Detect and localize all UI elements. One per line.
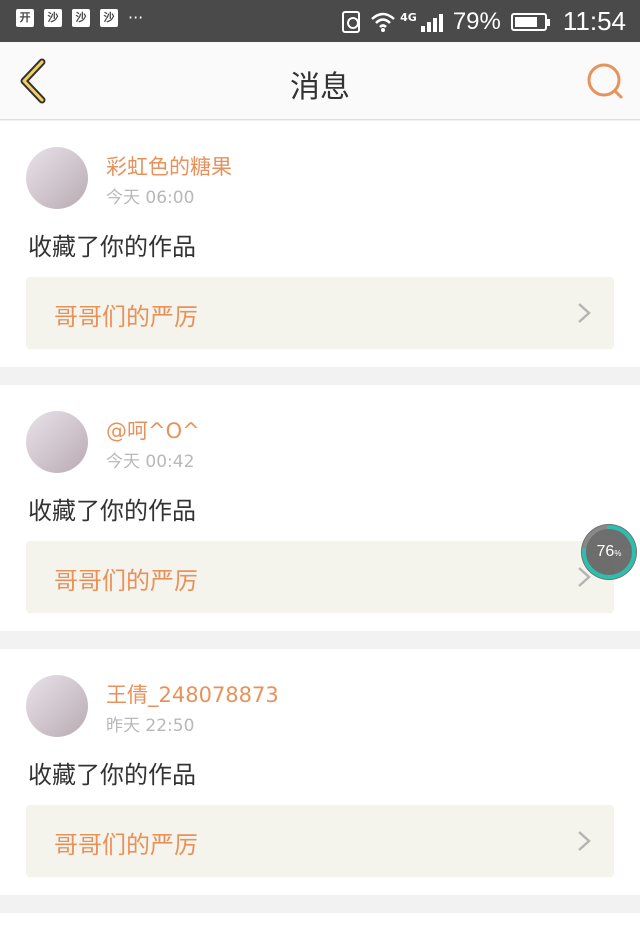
timestamp: 今天 06:00	[106, 188, 195, 208]
search-icon[interactable]	[584, 60, 626, 102]
chevron-right-icon	[578, 303, 591, 323]
notification-badge: 开	[16, 9, 34, 27]
notification-icons: 开 沙 沙 沙 ···	[16, 9, 143, 27]
status-bar: 开 沙 沙 沙 ··· 4G 79% 11:54	[0, 0, 640, 42]
system-status: 4G 79% 11:54	[342, 6, 626, 37]
avatar[interactable]	[26, 411, 88, 473]
action-text: 收藏了你的作品	[28, 761, 196, 789]
timestamp: 昨天 22:50	[106, 716, 195, 736]
user-name[interactable]: 王倩_248078873	[106, 679, 279, 709]
message-card: 王倩_248078873 昨天 22:50 收藏了你的作品 哥哥们的严厉	[0, 649, 640, 895]
notification-badge: 沙	[44, 9, 62, 27]
user-name[interactable]: 彩虹色的糖果	[106, 151, 232, 181]
work-link[interactable]: 哥哥们的严厉	[26, 277, 614, 349]
progress-value: 76%	[596, 543, 622, 560]
signal-icon	[420, 12, 443, 32]
action-text: 收藏了你的作品	[28, 233, 196, 261]
next-card-peek	[0, 913, 640, 934]
floating-progress-badge[interactable]: 76%	[579, 522, 639, 582]
battery-icon	[510, 12, 550, 31]
clock: 11:54	[562, 6, 626, 36]
work-link[interactable]: 哥哥们的严厉	[26, 805, 614, 877]
avatar[interactable]	[26, 675, 88, 737]
network-type: 4G	[400, 11, 417, 24]
work-title: 哥哥们的严厉	[54, 303, 198, 331]
page-title: 消息	[290, 70, 350, 105]
action-text: 收藏了你的作品	[28, 497, 196, 525]
message-card: @呵^O^ 今天 00:42 收藏了你的作品 哥哥们的严厉	[0, 385, 640, 631]
notification-badge: 沙	[72, 9, 90, 27]
message-card: 彩虹色的糖果 今天 06:00 收藏了你的作品 哥哥们的严厉	[0, 121, 640, 367]
user-name[interactable]: @呵^O^	[106, 415, 200, 445]
avatar[interactable]	[26, 147, 88, 209]
wifi-icon	[371, 12, 395, 32]
more-notifications-icon: ···	[128, 8, 144, 27]
notification-badge: 沙	[100, 9, 118, 27]
work-title: 哥哥们的严厉	[54, 831, 198, 859]
battery-percent: 79%	[452, 7, 501, 35]
nav-bar: 消息	[0, 42, 640, 120]
message-list: 彩虹色的糖果 今天 06:00 收藏了你的作品 哥哥们的严厉 @呵^O^ 今天 …	[0, 121, 640, 934]
work-title: 哥哥们的严厉	[54, 567, 198, 595]
sim-icon	[342, 10, 361, 33]
timestamp: 今天 00:42	[106, 452, 195, 472]
work-link[interactable]: 哥哥们的严厉	[26, 541, 614, 613]
chevron-right-icon	[578, 831, 591, 851]
